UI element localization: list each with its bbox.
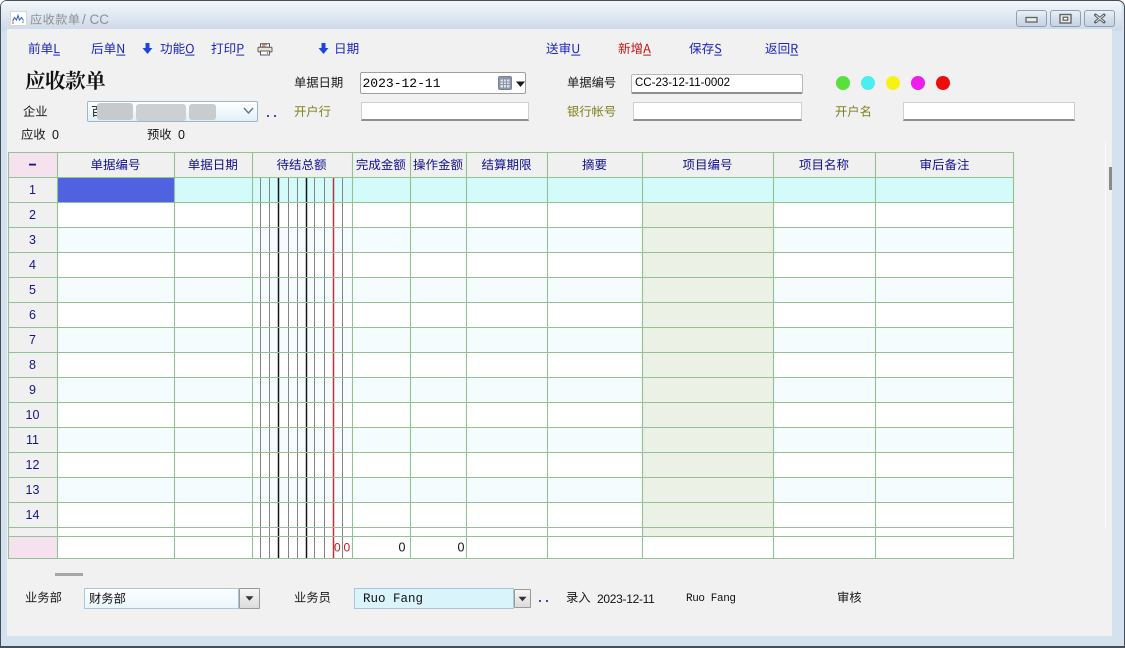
svg-text:9: 9 [29,383,36,397]
svg-text:12: 12 [26,458,40,472]
svg-text:8: 8 [29,358,36,372]
svg-text:6: 6 [29,308,36,322]
svg-text:11: 11 [26,433,39,447]
svg-text:10: 10 [26,408,40,422]
svg-text:14: 14 [26,508,40,522]
svg-text:0: 0 [399,541,406,555]
svg-text:1: 1 [29,183,36,197]
svg-text:3: 3 [29,233,36,247]
svg-text:13: 13 [26,483,40,497]
svg-text:7: 7 [29,333,36,347]
svg-text:0: 0 [458,541,465,555]
svg-text:0: 0 [344,541,351,555]
svg-text:5: 5 [29,283,36,297]
svg-text:0: 0 [334,541,341,555]
svg-text:4: 4 [29,258,36,272]
svg-text:2: 2 [29,208,36,222]
